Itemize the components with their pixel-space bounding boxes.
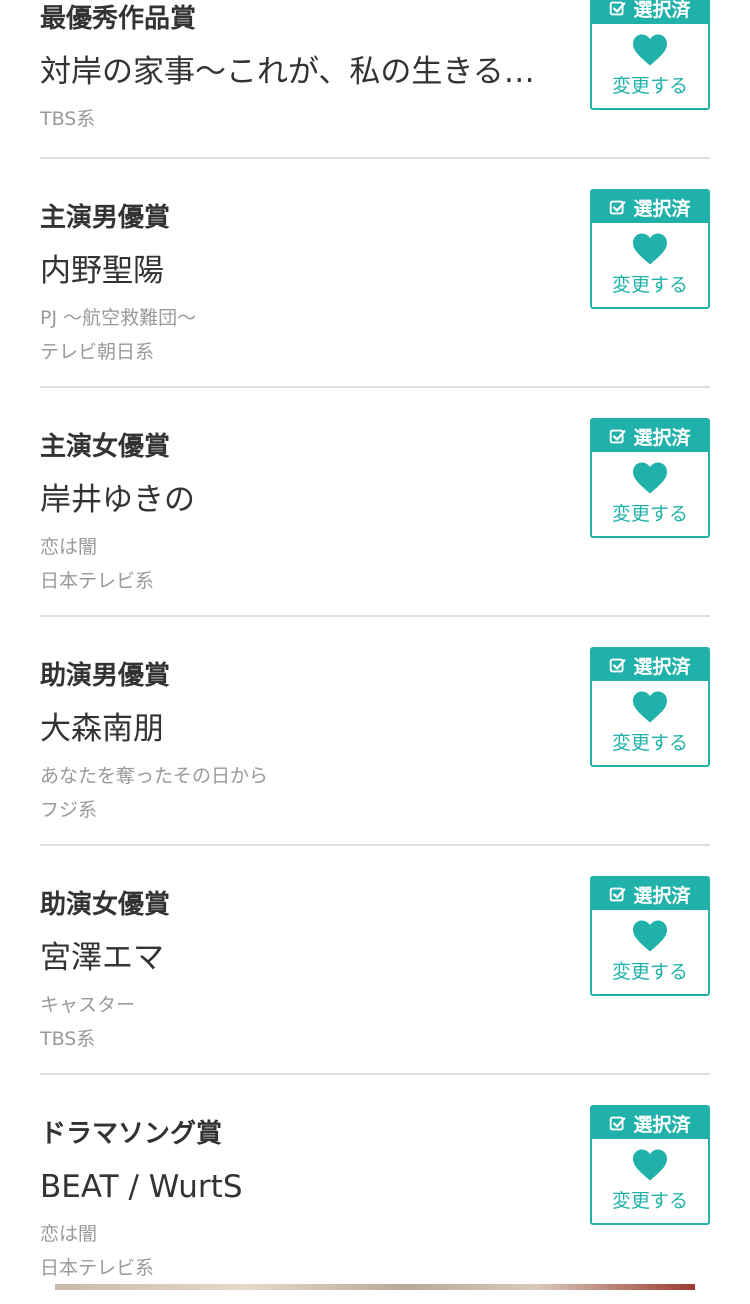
nominee-work: キャスター: [40, 994, 136, 1016]
change-vote-button[interactable]: 選択済 変更する: [590, 418, 710, 538]
nominee-network: TBS系: [40, 1028, 96, 1050]
selected-badge: 選択済: [592, 649, 708, 681]
change-vote-button[interactable]: 選択済 変更する: [590, 1105, 710, 1225]
award-info: 主演男優賞 内野聖陽 PJ 〜航空救難団〜 テレビ朝日系: [40, 199, 570, 369]
selected-badge: 選択済: [592, 191, 708, 223]
change-vote-button[interactable]: 選択済 変更する: [590, 189, 710, 309]
award-title: 助演女優賞: [40, 890, 171, 920]
nominee-work: あなたを奪ったその日から: [40, 765, 269, 787]
award-title: 最優秀作品賞: [40, 4, 197, 34]
award-info: 助演女優賞 宮澤エマ キャスター TBS系: [40, 886, 570, 1056]
checkbox-check-icon: [610, 887, 626, 901]
checkbox-check-icon: [610, 200, 626, 214]
nominee-name: 対岸の家事〜これが、私の生きる…: [40, 54, 535, 90]
change-vote-button[interactable]: 選択済 変更する: [590, 0, 710, 110]
nominee-network: テレビ朝日系: [40, 341, 155, 363]
award-row-best-work: 最優秀作品賞 対岸の家事〜これが、私の生きる… TBS系 選択済 変更する: [40, 0, 710, 159]
nominee-name: 大森南朋: [40, 711, 164, 747]
award-info: 主演女優賞 岸井ゆきの 恋は闇 日本テレビ系: [40, 428, 570, 598]
selected-badge: 選択済: [592, 0, 708, 24]
selected-label: 選択済: [633, 426, 691, 449]
checkbox-check-icon: [610, 1, 626, 15]
award-list: 最優秀作品賞 対岸の家事〜これが、私の生きる… TBS系 選択済 変更する 主演…: [40, 0, 710, 1304]
selected-label: 選択済: [633, 655, 691, 678]
award-row-drama-song: ドラマソング賞 BEAT / WurtS 恋は闇 日本テレビ系 選択済 変更する: [40, 1075, 710, 1304]
award-info: 最優秀作品賞 対岸の家事〜これが、私の生きる… TBS系: [40, 0, 570, 136]
nominee-name: 岸井ゆきの: [40, 482, 195, 518]
change-label: 変更する: [611, 274, 688, 296]
selected-label: 選択済: [633, 1113, 691, 1136]
selected-badge: 選択済: [592, 878, 708, 910]
nominee-work: PJ 〜航空救難団〜: [40, 307, 197, 329]
award-row-supporting-actor: 助演男優賞 大森南朋 あなたを奪ったその日から フジ系 選択済 変更する: [40, 617, 710, 846]
checkbox-check-icon: [610, 429, 626, 443]
change-label: 変更する: [611, 75, 688, 97]
nominee-network: 日本テレビ系: [40, 1257, 155, 1279]
heart-icon: [633, 920, 667, 952]
change-vote-button[interactable]: 選択済 変更する: [590, 647, 710, 767]
nominee-network: フジ系: [40, 799, 98, 821]
award-row-lead-actress: 主演女優賞 岸井ゆきの 恋は闇 日本テレビ系 選択済 変更する: [40, 388, 710, 617]
award-row-lead-actor: 主演男優賞 内野聖陽 PJ 〜航空救難団〜 テレビ朝日系 選択済 変更する: [40, 159, 710, 388]
award-info: ドラマソング賞 BEAT / WurtS 恋は闇 日本テレビ系: [40, 1115, 570, 1285]
bottom-banner-image[interactable]: [55, 1284, 695, 1290]
change-label: 変更する: [611, 961, 688, 983]
nominee-work: 恋は闇: [40, 536, 98, 558]
selected-label: 選択済: [633, 884, 691, 907]
change-label: 変更する: [611, 732, 688, 754]
selected-badge: 選択済: [592, 420, 708, 452]
nominee-network: TBS系: [40, 108, 96, 130]
award-row-supporting-actress: 助演女優賞 宮澤エマ キャスター TBS系 選択済 変更する: [40, 846, 710, 1075]
selected-label: 選択済: [633, 197, 691, 220]
nominee-name: 内野聖陽: [40, 253, 164, 289]
selected-label: 選択済: [633, 0, 691, 21]
heart-icon: [633, 691, 667, 723]
heart-icon: [633, 233, 667, 265]
checkbox-check-icon: [610, 1116, 626, 1130]
nominee-network: 日本テレビ系: [40, 570, 155, 592]
checkbox-check-icon: [610, 658, 626, 672]
heart-icon: [633, 462, 667, 494]
nominee-name: 宮澤エマ: [40, 940, 164, 976]
change-label: 変更する: [611, 1190, 688, 1212]
award-title: 主演女優賞: [40, 432, 171, 462]
heart-icon: [633, 34, 667, 66]
change-vote-button[interactable]: 選択済 変更する: [590, 876, 710, 996]
selected-badge: 選択済: [592, 1107, 708, 1139]
nominee-name: BEAT / WurtS: [40, 1169, 243, 1205]
heart-icon: [633, 1149, 667, 1181]
award-title: 助演男優賞: [40, 661, 171, 691]
change-label: 変更する: [611, 503, 688, 525]
award-title: ドラマソング賞: [40, 1119, 223, 1149]
nominee-work: 恋は闇: [40, 1223, 98, 1245]
award-title: 主演男優賞: [40, 203, 171, 233]
award-info: 助演男優賞 大森南朋 あなたを奪ったその日から フジ系: [40, 657, 570, 827]
